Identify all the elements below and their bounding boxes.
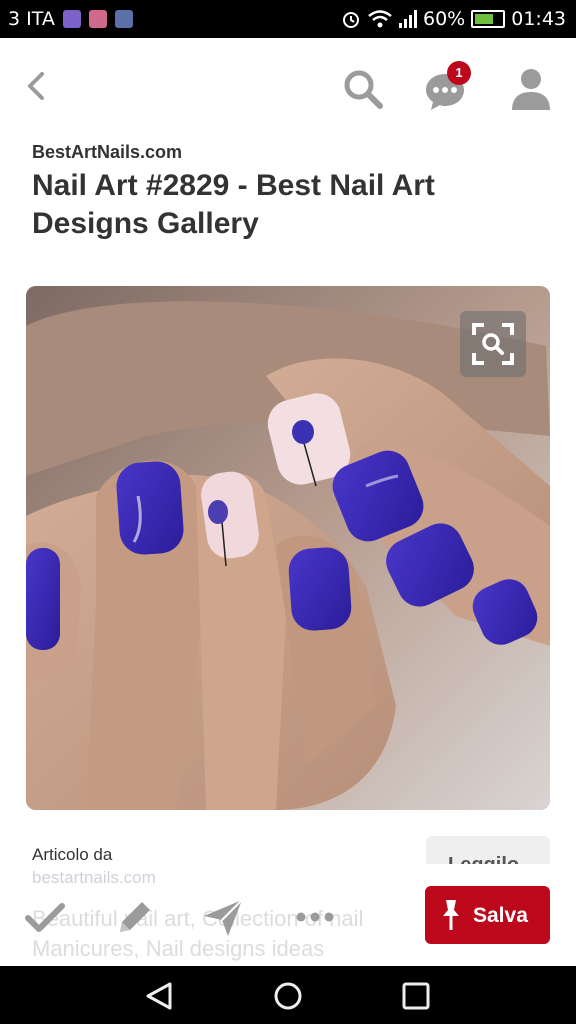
battery-percent: 60% xyxy=(423,8,466,30)
save-button[interactable]: Salva xyxy=(425,886,550,944)
zoom-lens-icon xyxy=(472,323,514,365)
article-from-label: Articolo da xyxy=(32,845,113,864)
pin-title: Nail Art #2829 - Best Nail Art Designs G… xyxy=(32,169,435,240)
navigation-bar xyxy=(0,966,576,1024)
viber-notification-icon xyxy=(62,10,81,28)
check-icon[interactable] xyxy=(22,894,68,940)
status-bar: 3 ITA 60% 01:43 xyxy=(0,0,576,38)
mail-notification-icon xyxy=(88,10,107,28)
nav-back-icon[interactable] xyxy=(140,976,180,1016)
send-icon[interactable] xyxy=(200,894,246,940)
screen: 3 ITA 60% 01:43 1 BestArtNails.com Nail … xyxy=(0,0,576,1024)
action-bar: Salva xyxy=(0,880,576,966)
save-button-label: Salva xyxy=(473,904,528,927)
back-arrow-icon[interactable] xyxy=(20,68,56,104)
search-icon[interactable] xyxy=(340,66,386,112)
battery-icon xyxy=(471,10,506,28)
alarm-icon xyxy=(343,12,359,28)
nav-home-icon[interactable] xyxy=(268,976,308,1016)
status-bar-left: 3 ITA xyxy=(8,8,133,30)
carrier-label: 3 ITA xyxy=(8,8,55,30)
more-icon[interactable] xyxy=(292,894,338,940)
pin-icon xyxy=(443,900,459,930)
edit-icon[interactable] xyxy=(112,894,158,940)
top-bar xyxy=(0,38,576,138)
nav-recents-icon[interactable] xyxy=(396,976,436,1016)
wifi-icon xyxy=(368,10,392,28)
status-bar-right: 60% 01:43 xyxy=(341,8,566,30)
facebook-notification-icon xyxy=(114,10,133,28)
pin-source[interactable]: BestArtNails.com xyxy=(32,142,182,163)
read-it-button[interactable]: Leggilo xyxy=(426,836,550,864)
visual-search-button[interactable] xyxy=(460,311,526,377)
read-it-label: Leggilo xyxy=(448,854,519,864)
notification-badge: 1 xyxy=(447,61,471,85)
profile-icon[interactable] xyxy=(508,66,554,112)
signal-icon xyxy=(399,10,417,28)
clock: 01:43 xyxy=(511,8,566,30)
